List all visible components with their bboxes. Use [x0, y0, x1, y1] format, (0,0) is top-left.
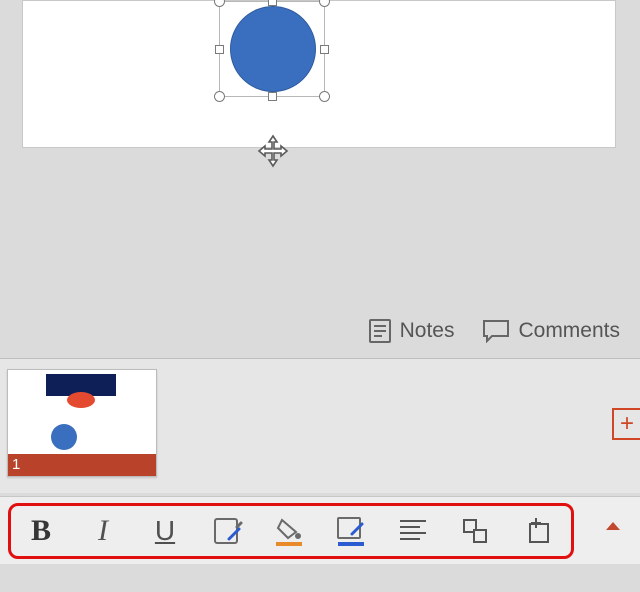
- align-icon: [398, 517, 428, 545]
- slide-number-badge: 1: [8, 454, 156, 476]
- comments-label: Comments: [518, 319, 620, 343]
- slide-canvas[interactable]: [22, 0, 616, 148]
- notes-button[interactable]: Notes: [368, 318, 455, 344]
- paragraph-align-button[interactable]: [382, 505, 444, 557]
- move-cursor-icon: [256, 134, 290, 168]
- chevron-up-icon: [604, 519, 622, 533]
- format-painter-icon: [211, 515, 243, 547]
- resize-handle-bottom-mid[interactable]: [268, 92, 277, 101]
- fill-color-button[interactable]: [258, 505, 320, 557]
- thumbnail-image: [46, 374, 116, 414]
- shape-circle[interactable]: [230, 6, 316, 92]
- expand-toolbar-button[interactable]: [604, 519, 622, 533]
- insert-textbox-button[interactable]: [506, 505, 568, 557]
- resize-handle-top-right[interactable]: [319, 0, 330, 7]
- resize-handle-mid-right[interactable]: [320, 45, 329, 54]
- textbox-icon: [522, 516, 552, 546]
- resize-handle-bottom-right[interactable]: [319, 91, 330, 102]
- comments-button[interactable]: Comments: [482, 319, 620, 343]
- underline-icon: U: [155, 515, 175, 547]
- resize-handle-top-left[interactable]: [214, 0, 225, 7]
- formatting-toolbar: B I U: [10, 505, 568, 557]
- outline-color-button[interactable]: [320, 505, 382, 557]
- notes-label: Notes: [400, 319, 455, 343]
- thumbnail-shape-circle: [51, 424, 77, 450]
- resize-handle-top-mid[interactable]: [268, 0, 277, 6]
- resize-handle-bottom-left[interactable]: [214, 91, 225, 102]
- arrange-button[interactable]: [444, 505, 506, 557]
- italic-icon: I: [98, 514, 108, 548]
- bold-button[interactable]: B: [10, 505, 72, 557]
- fill-color-icon: [272, 514, 306, 548]
- comment-icon: [482, 319, 510, 343]
- plus-icon: +: [620, 410, 634, 438]
- slide-thumbnail[interactable]: 1: [7, 369, 157, 477]
- slide-thumbnail-strip: 1: [0, 358, 640, 493]
- outline-color-icon: [334, 514, 368, 548]
- formatting-toolbar-wrap: B I U: [0, 496, 640, 564]
- slide-number: 1: [12, 456, 20, 473]
- format-painter-button[interactable]: [196, 505, 258, 557]
- new-slide-button[interactable]: +: [612, 408, 640, 440]
- notes-icon: [368, 318, 392, 344]
- bold-icon: B: [31, 514, 51, 548]
- italic-button[interactable]: I: [72, 505, 134, 557]
- status-view-bar: Notes Comments: [0, 309, 640, 353]
- underline-button[interactable]: U: [134, 505, 196, 557]
- resize-handle-mid-left[interactable]: [215, 45, 224, 54]
- shape-selection-box[interactable]: [219, 1, 325, 97]
- arrange-icon: [460, 516, 490, 546]
